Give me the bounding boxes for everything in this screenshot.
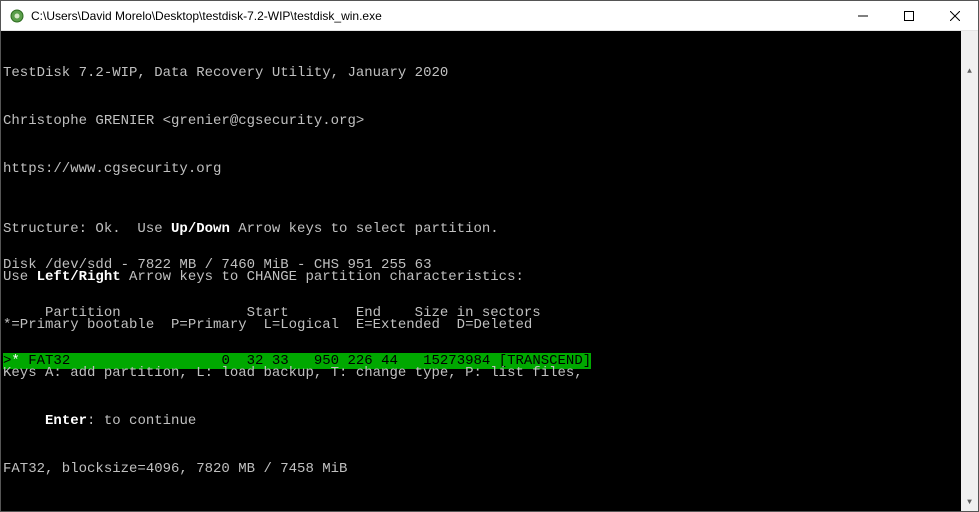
vertical-scrollbar[interactable]: ▲ ▼ (961, 31, 978, 511)
structure-line: Structure: Ok. Use Up/Down Arrow keys to… (3, 221, 583, 237)
scroll-down-icon[interactable]: ▼ (961, 494, 978, 511)
maximize-button[interactable] (886, 1, 932, 30)
window-controls (840, 1, 978, 30)
keys-line: Keys A: add partition, L: load backup, T… (3, 365, 583, 381)
window-title: C:\Users\David Morelo\Desktop\testdisk-7… (31, 9, 840, 23)
minimize-button[interactable] (840, 1, 886, 30)
fs-info: FAT32, blocksize=4096, 7820 MB / 7458 Mi… (3, 461, 583, 477)
footer-block: Structure: Ok. Use Up/Down Arrow keys to… (3, 189, 583, 509)
header-line-3: https://www.cgsecurity.org (3, 161, 961, 177)
header-line-1: TestDisk 7.2-WIP, Data Recovery Utility,… (3, 65, 961, 81)
leftright-line: Use Left/Right Arrow keys to CHANGE part… (3, 269, 583, 285)
enter-key: Enter (45, 413, 87, 429)
legend-line: *=Primary bootable P=Primary L=Logical E… (3, 317, 583, 333)
header-line-2: Christophe GRENIER <grenier@cgsecurity.o… (3, 113, 961, 129)
enter-line: Enter: to continue (3, 413, 583, 429)
close-button[interactable] (932, 1, 978, 30)
window-titlebar: C:\Users\David Morelo\Desktop\testdisk-7… (1, 1, 978, 31)
updown-key: Up/Down (171, 221, 230, 237)
console-area[interactable]: TestDisk 7.2-WIP, Data Recovery Utility,… (1, 31, 978, 511)
app-icon (9, 8, 25, 24)
leftright-key: Left/Right (37, 269, 121, 285)
scroll-up-icon[interactable]: ▲ (961, 63, 978, 80)
